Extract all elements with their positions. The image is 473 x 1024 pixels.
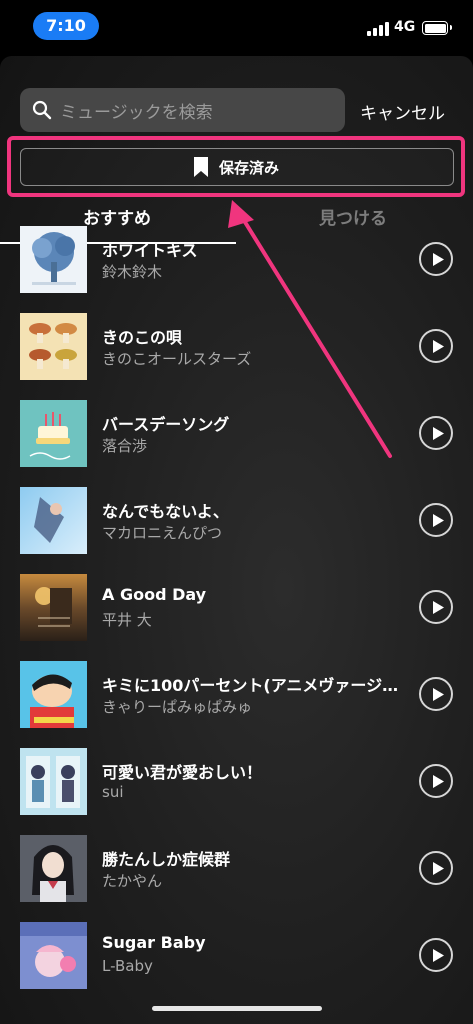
list-item[interactable]: 可愛い君が愛おしい！ sui <box>0 748 473 818</box>
cancel-button[interactable]: キャンセル <box>360 99 445 124</box>
song-artist: 落合渉 <box>102 437 148 455</box>
album-cover <box>20 922 87 989</box>
list-item[interactable]: Sugar Baby L-Baby <box>0 922 473 992</box>
song-artist: L-Baby <box>102 957 153 975</box>
list-item[interactable]: きのこの唄 きのこオールスターズ <box>0 313 473 383</box>
search-placeholder: ミュージックを検索 <box>60 103 213 123</box>
play-icon <box>433 775 444 788</box>
play-button[interactable] <box>419 329 453 363</box>
play-icon <box>433 601 444 614</box>
play-icon <box>433 688 444 701</box>
home-indicator[interactable] <box>152 1006 322 1011</box>
music-sheet: ミュージックを検索 キャンセル 保存済み おすすめ 見つける ホワイトキス 鈴木… <box>0 56 473 1024</box>
album-cover <box>20 226 87 293</box>
search-icon <box>32 100 52 120</box>
signal-icon <box>367 22 389 36</box>
song-title: キミに100パーセント(アニメヴァージ… <box>102 676 399 695</box>
song-title: なんでもないよ、 <box>102 502 229 521</box>
list-item[interactable]: ホワイトキス 鈴木鈴木 <box>0 226 473 296</box>
play-icon <box>433 949 444 962</box>
play-icon <box>433 514 444 527</box>
list-item[interactable]: 勝たんしか症候群 たかやん <box>0 835 473 905</box>
list-item[interactable]: キミに100パーセント(アニメヴァージ… きゃりーぱみゅぱみゅ <box>0 661 473 731</box>
play-icon <box>433 340 444 353</box>
album-cover <box>20 574 87 641</box>
play-button[interactable] <box>419 938 453 972</box>
status-bar: 7:10 4G <box>0 0 473 56</box>
album-cover <box>20 835 87 902</box>
play-button[interactable] <box>419 416 453 450</box>
list-item[interactable]: バースデーソング 落合渉 <box>0 400 473 470</box>
song-artist: マカロニえんぴつ <box>102 524 223 542</box>
song-artist: きのこオールスターズ <box>102 350 252 368</box>
song-title: ホワイトキス <box>102 241 198 260</box>
play-icon <box>433 253 444 266</box>
list-item[interactable]: なんでもないよ、 マカロニえんぴつ <box>0 487 473 557</box>
highlight-box <box>7 136 465 197</box>
song-artist: きゃりーぱみゅぱみゅ <box>102 698 253 716</box>
play-icon <box>433 862 444 875</box>
song-title: 勝たんしか症候群 <box>102 850 231 869</box>
song-artist: 鈴木鈴木 <box>102 263 163 281</box>
song-title: A Good Day <box>102 585 207 604</box>
list-item[interactable]: A Good Day 平井 大 <box>0 574 473 644</box>
search-input[interactable]: ミュージックを検索 <box>20 88 345 132</box>
play-button[interactable] <box>419 503 453 537</box>
song-artist: 平井 大 <box>102 611 152 629</box>
song-title: きのこの唄 <box>102 328 183 347</box>
album-cover <box>20 748 87 815</box>
play-button[interactable] <box>419 851 453 885</box>
album-cover <box>20 487 87 554</box>
song-artist: sui <box>102 783 124 801</box>
song-title: Sugar Baby <box>102 933 206 952</box>
play-button[interactable] <box>419 677 453 711</box>
song-title: バースデーソング <box>102 415 230 434</box>
album-cover <box>20 661 87 728</box>
status-time[interactable]: 7:10 <box>33 12 99 40</box>
play-button[interactable] <box>419 590 453 624</box>
album-cover <box>20 313 87 380</box>
play-button[interactable] <box>419 764 453 798</box>
play-icon <box>433 427 444 440</box>
play-button[interactable] <box>419 242 453 276</box>
album-cover <box>20 400 87 467</box>
battery-icon <box>422 21 452 35</box>
song-title: 可愛い君が愛おしい！ <box>102 763 263 782</box>
song-artist: たかやん <box>102 872 163 890</box>
network-type: 4G <box>394 19 416 35</box>
